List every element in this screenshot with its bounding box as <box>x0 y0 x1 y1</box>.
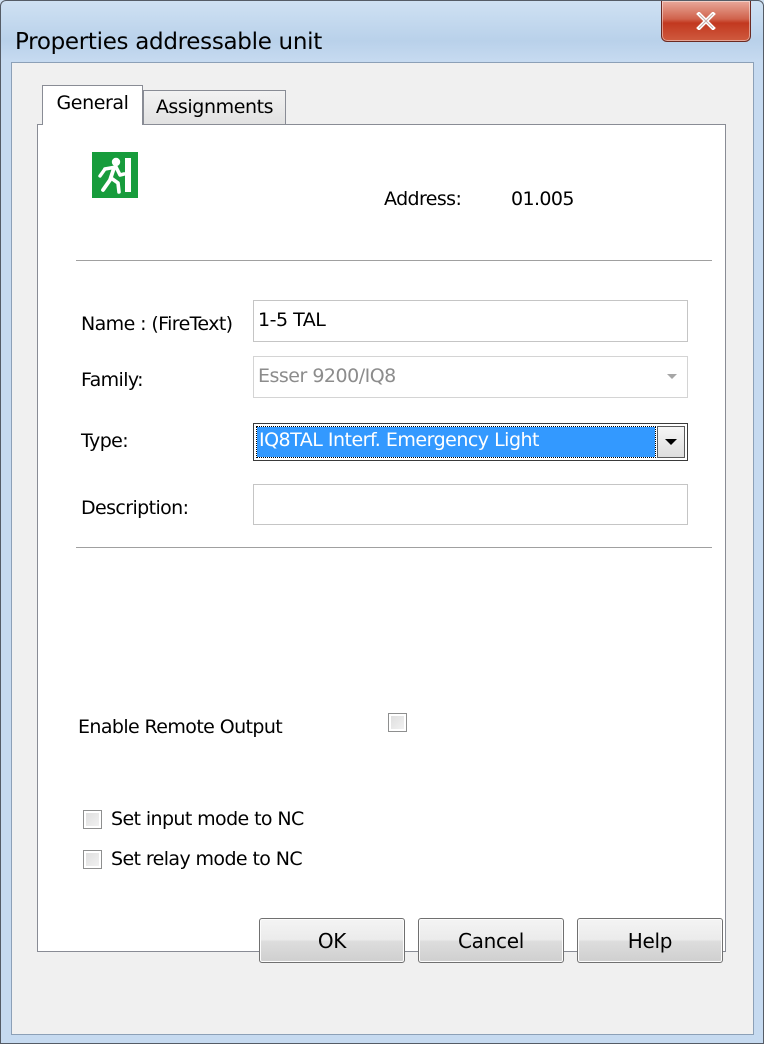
type-combo[interactable]: IQ8TAL Interf. Emergency Light <box>253 423 688 461</box>
general-tab-page: Address: 01.005 Name : (FireText) 1-5 TA… <box>37 124 726 952</box>
name-label: Name : (FireText) <box>81 313 233 335</box>
type-combo-value: IQ8TAL Interf. Emergency Light <box>256 426 656 458</box>
relay-mode-checkbox[interactable] <box>83 850 102 869</box>
cancel-button-label: Cancel <box>458 928 524 953</box>
address-value: 01.005 <box>511 188 574 210</box>
tab-general-label: General <box>56 92 129 114</box>
enable-remote-output-checkbox[interactable] <box>388 713 407 732</box>
family-label: Family: <box>81 369 144 391</box>
ok-button[interactable]: OK <box>259 918 405 963</box>
enable-remote-output-label: Enable Remote Output <box>78 716 283 738</box>
address-label: Address: <box>384 188 462 210</box>
name-input-value: 1-5 TAL <box>258 309 326 331</box>
description-input[interactable] <box>253 484 688 525</box>
tab-assignments[interactable]: Assignments <box>143 90 286 125</box>
name-input[interactable]: 1-5 TAL <box>253 300 688 342</box>
separator-top <box>76 260 712 262</box>
ok-button-label: OK <box>317 928 347 953</box>
chevron-down-icon <box>665 439 677 445</box>
input-mode-label[interactable]: Set input mode to NC <box>111 808 304 830</box>
help-button-label: Help <box>627 928 673 953</box>
input-mode-checkbox[interactable] <box>83 810 102 829</box>
window-title: Properties addressable unit <box>15 29 322 55</box>
dialog-client-area: General Assignments Address: 01.005 Name… <box>11 62 754 1035</box>
family-combo: Esser 9200/IQ8 <box>253 356 688 398</box>
type-dropdown-button[interactable] <box>657 426 685 458</box>
family-combo-value: Esser 9200/IQ8 <box>258 365 396 387</box>
cancel-button[interactable]: Cancel <box>418 918 564 963</box>
relay-mode-label[interactable]: Set relay mode to NC <box>111 848 303 870</box>
help-button[interactable]: Help <box>577 918 723 963</box>
properties-dialog: Properties addressable unit General Assi… <box>0 0 764 1044</box>
close-button[interactable] <box>661 1 751 42</box>
separator-middle <box>76 547 712 549</box>
tab-general[interactable]: General <box>42 85 143 125</box>
chevron-down-icon <box>667 374 677 379</box>
close-icon <box>696 12 716 30</box>
tab-assignments-label: Assignments <box>155 96 274 118</box>
title-bar[interactable]: Properties addressable unit <box>1 1 763 61</box>
description-label: Description: <box>81 497 189 519</box>
type-label: Type: <box>81 430 129 452</box>
emergency-exit-icon <box>92 152 138 198</box>
